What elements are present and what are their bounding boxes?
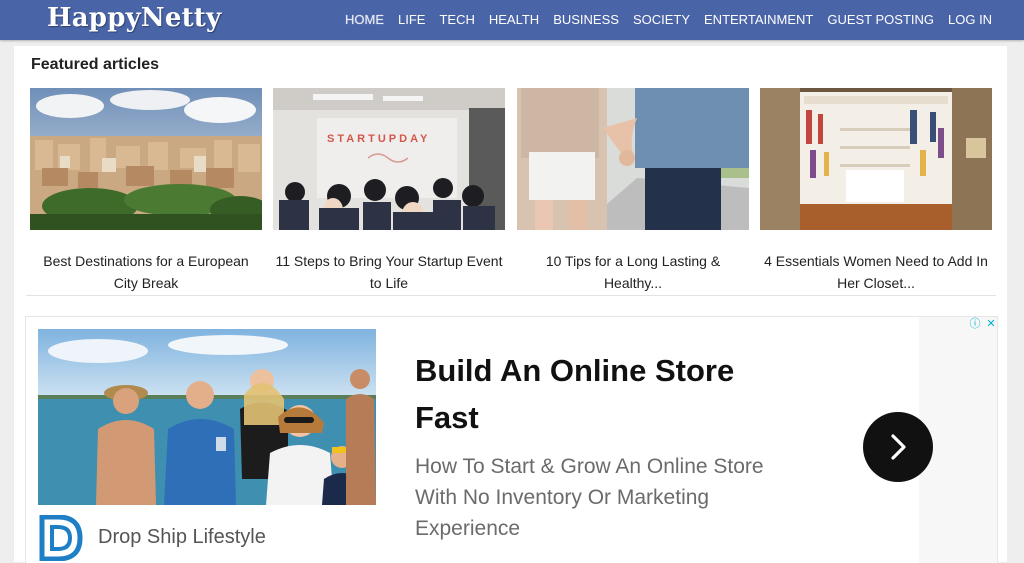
article-title[interactable]: 4 Essentials Women Need to Add In Her Cl… [760, 250, 992, 294]
nav-item-tech[interactable]: TECH [432, 0, 481, 40]
article-title[interactable]: 10 Tips for a Long Lasting & Healthy... [517, 250, 749, 294]
featured-articles: Best Destinations for a European City Br… [30, 88, 996, 294]
site-header: HappyNetty HOME LIFE TECH HEALTH BUSINES… [0, 0, 1024, 40]
article-title-line: 10 Tips for a Long Lasting & [545, 253, 721, 269]
nav-item-business[interactable]: BUSINESS [546, 0, 626, 40]
main-nav: HOME LIFE TECH HEALTH BUSINESS SOCIETY E… [338, 0, 999, 40]
startupday-sign-text: STARTUPDAY [327, 133, 430, 145]
ad-headline-line: Fast [415, 400, 479, 435]
main-content: Featured articles Best Destinations for … [14, 46, 1007, 563]
featured-heading: Featured articles [31, 56, 160, 73]
ad-description-line: With No Inventory Or Marketing [415, 486, 710, 509]
ad-choices: ⓘ ✕ [968, 317, 997, 331]
article-card[interactable]: STARTUPDAY 11 Steps to Bring Your Startu… [273, 88, 505, 294]
ad-description[interactable]: How To Start & Grow An Online Store With… [415, 451, 835, 544]
ad-headline-line: Build An Online Store [415, 353, 735, 388]
nav-item-life[interactable]: LIFE [391, 0, 432, 40]
article-title-line: to Life [369, 275, 409, 291]
article-image-startup[interactable]: STARTUPDAY [273, 88, 505, 230]
article-card[interactable]: 10 Tips for a Long Lasting & Healthy... [517, 88, 749, 294]
drop-ship-lifestyle-logo-icon [38, 514, 86, 562]
article-title[interactable]: 11 Steps to Bring Your Startup Event to … [273, 250, 505, 294]
article-title-line: City Break [113, 275, 179, 291]
nav-item-health[interactable]: HEALTH [482, 0, 546, 40]
ad-description-line: Experience [415, 517, 521, 540]
section-divider [26, 295, 996, 296]
article-title[interactable]: Best Destinations for a European City Br… [30, 250, 262, 294]
ad-description-line: How To Start & Grow An Online Store [415, 455, 764, 478]
article-card[interactable]: Best Destinations for a European City Br… [30, 88, 262, 294]
site-logo[interactable]: HappyNetty [47, 3, 221, 33]
info-icon[interactable]: ⓘ [968, 317, 982, 331]
chevron-right-icon [891, 434, 906, 460]
article-card[interactable]: 4 Essentials Women Need to Add In Her Cl… [760, 88, 992, 294]
nav-item-society[interactable]: SOCIETY [626, 0, 697, 40]
nav-item-entertainment[interactable]: ENTERTAINMENT [697, 0, 820, 40]
close-icon[interactable]: ✕ [984, 317, 997, 331]
article-title-line: Healthy... [603, 275, 663, 291]
ad-advertiser-name[interactable]: Drop Ship Lifestyle [98, 526, 266, 549]
nav-item-log-in[interactable]: LOG IN [941, 0, 999, 40]
article-title-line: Her Closet... [837, 275, 915, 291]
article-title-line: 11 Steps to Bring Your Startup Event [275, 253, 503, 269]
article-image-city[interactable] [30, 88, 262, 230]
advertisement[interactable]: ⓘ ✕ Drop Ship Lifestyle Build An Online … [25, 316, 998, 563]
nav-item-home[interactable]: HOME [338, 0, 391, 40]
ad-cta-button[interactable] [863, 412, 933, 482]
article-image-closet[interactable] [760, 88, 992, 230]
article-image-couple[interactable] [517, 88, 749, 230]
nav-item-guest-posting[interactable]: GUEST POSTING [820, 0, 941, 40]
ad-image-boat-party[interactable] [38, 329, 376, 505]
ad-headline[interactable]: Build An Online Store Fast [415, 347, 815, 441]
article-title-line: Best Destinations for a European [43, 253, 249, 269]
article-title-line: 4 Essentials Women Need to Add In [764, 253, 988, 269]
